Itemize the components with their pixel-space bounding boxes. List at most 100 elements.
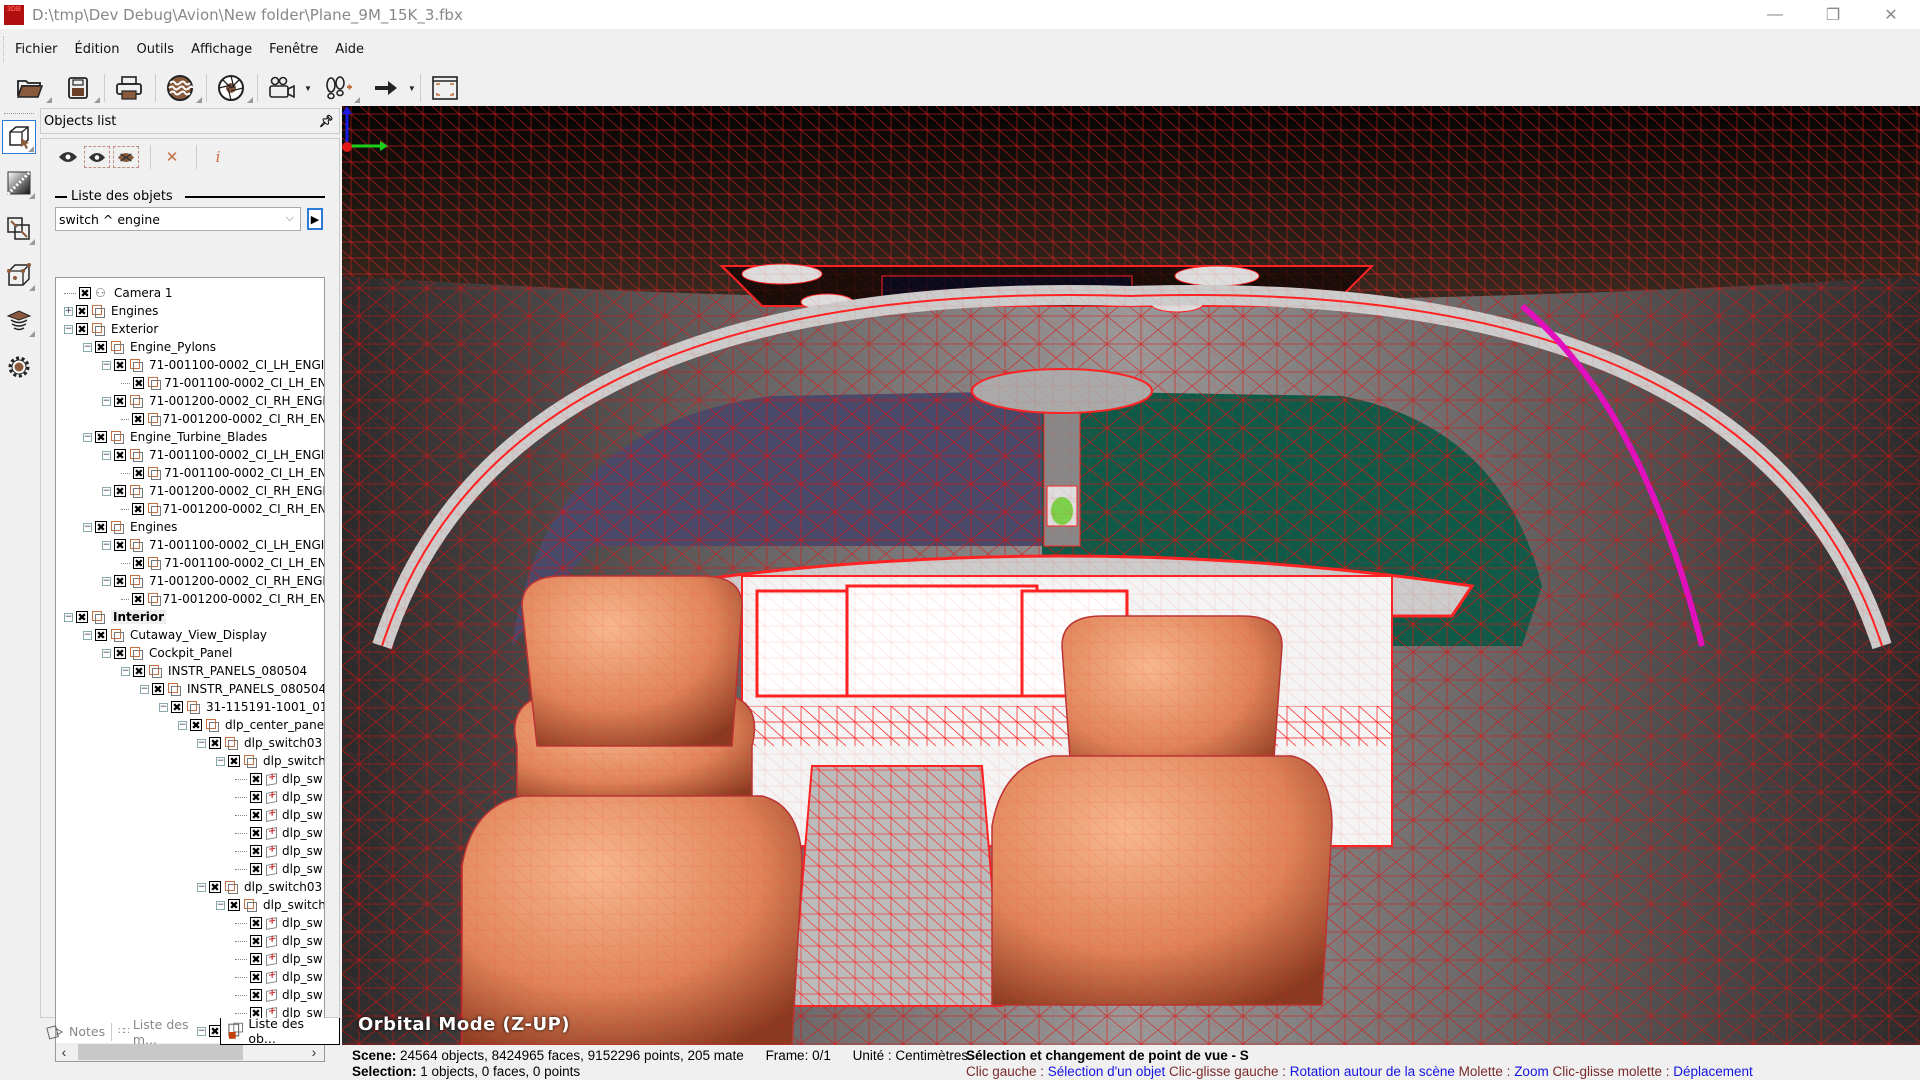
collapse-icon[interactable]: − xyxy=(102,576,111,586)
tree-node[interactable]: ✖ dlp_sw xyxy=(56,968,324,986)
tree-node[interactable]: − ✖ Engine_Turbine_Blades xyxy=(56,428,324,446)
visibility-checkbox[interactable]: ✖ xyxy=(79,287,91,299)
minimize-button[interactable]: — xyxy=(1746,0,1804,29)
material-tool-button[interactable] xyxy=(2,166,36,200)
collapse-icon[interactable]: − xyxy=(121,666,130,676)
select-tool-button[interactable] xyxy=(2,120,36,154)
direction-dropdown-arrow[interactable]: ▼ xyxy=(408,84,416,93)
open-button[interactable] xyxy=(12,72,52,104)
menu-edition[interactable]: Édition xyxy=(75,42,120,57)
menu-aide[interactable]: Aide xyxy=(335,42,364,57)
visibility-checkbox[interactable]: ✖ xyxy=(132,413,144,425)
collapse-icon[interactable]: − xyxy=(83,630,92,640)
apply-filter-button[interactable]: ▶ xyxy=(307,208,323,230)
visibility-checkbox[interactable]: ✖ xyxy=(132,593,144,605)
visibility-checkbox[interactable]: ✖ xyxy=(114,485,126,497)
camera-button[interactable] xyxy=(264,72,300,104)
visibility-checkbox[interactable]: ✖ xyxy=(114,449,126,461)
tree-node[interactable]: − ✖ dlp_center_panel xyxy=(56,716,324,734)
visibility-checkbox[interactable]: ✖ xyxy=(114,359,126,371)
tree-node[interactable]: ✖ dlp_sw xyxy=(56,770,324,788)
tree-node[interactable]: ✖ 71-001100-0002_CI_LH_ENGINE xyxy=(56,374,324,392)
collapse-icon[interactable]: − xyxy=(197,882,206,892)
visibility-checkbox[interactable]: ✖ xyxy=(133,665,145,677)
visibility-checkbox[interactable]: ✖ xyxy=(114,575,126,587)
show-all-button[interactable] xyxy=(55,146,81,168)
filter-combobox[interactable]: switch ^ engine ⌵ xyxy=(55,207,301,231)
collapse-icon[interactable]: − xyxy=(159,702,168,712)
show-selection-button[interactable] xyxy=(84,146,110,168)
visibility-checkbox[interactable]: ✖ xyxy=(250,863,262,875)
visibility-checkbox[interactable]: ✖ xyxy=(95,341,107,353)
tree-node[interactable]: − ✖ Cutaway_View_Display xyxy=(56,626,324,644)
walk-button[interactable] xyxy=(320,72,360,104)
expand-icon[interactable]: + xyxy=(64,306,73,316)
tree-node[interactable]: ✖ dlp_sw xyxy=(56,914,324,932)
tree-node[interactable]: ✖ ⚇ Camera 1 xyxy=(56,284,324,302)
visibility-checkbox[interactable]: ✖ xyxy=(250,989,262,1001)
menu-outils[interactable]: Outils xyxy=(136,42,174,57)
tree-node[interactable]: ✖ 71-001100-0002_CI_LH_ENGINE xyxy=(56,464,324,482)
delete-button[interactable]: ✕ xyxy=(159,146,185,168)
tree-node[interactable]: ✖ 71-001200-0002_CI_RH_ENGINE xyxy=(56,590,324,608)
tree-node[interactable]: − ✖ Engines xyxy=(56,518,324,536)
menubar-grip[interactable] xyxy=(3,36,6,62)
camera-dropdown-arrow[interactable]: ▼ xyxy=(304,84,312,93)
visibility-checkbox[interactable]: ✖ xyxy=(250,827,262,839)
collapse-icon[interactable]: − xyxy=(64,612,73,622)
hide-selection-button[interactable] xyxy=(113,146,139,168)
collapse-icon[interactable]: − xyxy=(102,396,111,406)
tree-node[interactable]: −✖ dlp_switch xyxy=(56,896,324,914)
collapse-icon[interactable]: − xyxy=(102,486,111,496)
tree-node[interactable]: ✖ dlp_sw xyxy=(56,950,324,968)
tree-node[interactable]: ✖ 71-001200-0002_CI_RH_ENGINE xyxy=(56,500,324,518)
visibility-checkbox[interactable]: ✖ xyxy=(114,395,126,407)
tool-strip-grip[interactable] xyxy=(4,113,34,116)
visibility-checkbox[interactable]: ✖ xyxy=(228,899,240,911)
collapse-icon[interactable]: − xyxy=(178,720,187,730)
collapse-icon[interactable]: − xyxy=(216,900,225,910)
environment-button[interactable] xyxy=(162,72,202,104)
visibility-checkbox[interactable]: ✖ xyxy=(250,917,262,929)
tree-node[interactable]: ✖ dlp_sw xyxy=(56,986,324,1004)
visibility-checkbox[interactable]: ✖ xyxy=(95,521,107,533)
tree-node[interactable]: − ✖ 31-115191-1001_01 xyxy=(56,698,324,716)
tree-node[interactable]: − ✖ Cockpit_Panel xyxy=(56,644,324,662)
visibility-checkbox[interactable]: ✖ xyxy=(250,809,262,821)
tree-node[interactable]: − ✖ INSTR_PANELS_080504 xyxy=(56,662,324,680)
save-button[interactable] xyxy=(60,72,100,104)
visibility-checkbox[interactable]: ✖ xyxy=(132,503,144,515)
tree-node[interactable]: −✖ dlp_switch xyxy=(56,752,324,770)
visibility-checkbox[interactable]: ✖ xyxy=(133,467,145,479)
info-button[interactable]: i xyxy=(205,146,231,168)
menu-fenetre[interactable]: Fenêtre xyxy=(269,42,318,57)
fullscreen-button[interactable] xyxy=(427,72,463,104)
direction-button[interactable] xyxy=(368,72,404,104)
tree-node[interactable]: + ✖ Engines xyxy=(56,302,324,320)
collapse-icon[interactable]: − xyxy=(83,342,92,352)
chevron-down-icon[interactable]: ⌵ xyxy=(286,211,294,225)
tab-notes[interactable]: Notes xyxy=(40,1018,111,1045)
restore-button[interactable]: ❐ xyxy=(1804,0,1862,29)
menu-fichier[interactable]: Fichier xyxy=(15,42,58,57)
scroll-right-icon[interactable]: › xyxy=(306,1044,322,1060)
visibility-checkbox[interactable]: ✖ xyxy=(209,737,221,749)
tree-node[interactable]: ✖ dlp_sw xyxy=(56,932,324,950)
visibility-checkbox[interactable]: ✖ xyxy=(250,773,262,785)
tree-node[interactable]: − ✖ 71-001100-0002_CI_LH_ENGINE xyxy=(56,446,324,464)
visibility-checkbox[interactable]: ✖ xyxy=(114,647,126,659)
visibility-checkbox[interactable]: ✖ xyxy=(76,305,88,317)
tree-node[interactable]: − ✖ Engine_Pylons xyxy=(56,338,324,356)
menu-affichage[interactable]: Affichage xyxy=(191,42,252,57)
visibility-checkbox[interactable]: ✖ xyxy=(190,719,202,731)
visibility-checkbox[interactable]: ✖ xyxy=(250,845,262,857)
tree-node[interactable]: − ✖ 71-001200-0002_CI_RH_ENGINE xyxy=(56,482,324,500)
visibility-checkbox[interactable]: ✖ xyxy=(152,683,164,695)
tree-node[interactable]: − ✖ 71-001200-0002_CI_RH_ENGINE xyxy=(56,392,324,410)
layers-tool-button[interactable] xyxy=(2,304,36,338)
collapse-icon[interactable]: − xyxy=(102,540,111,550)
visibility-checkbox[interactable]: ✖ xyxy=(95,431,107,443)
collapse-icon[interactable]: − xyxy=(102,648,111,658)
scroll-left-icon[interactable]: ‹ xyxy=(56,1044,72,1060)
visibility-checkbox[interactable]: ✖ xyxy=(76,611,88,623)
